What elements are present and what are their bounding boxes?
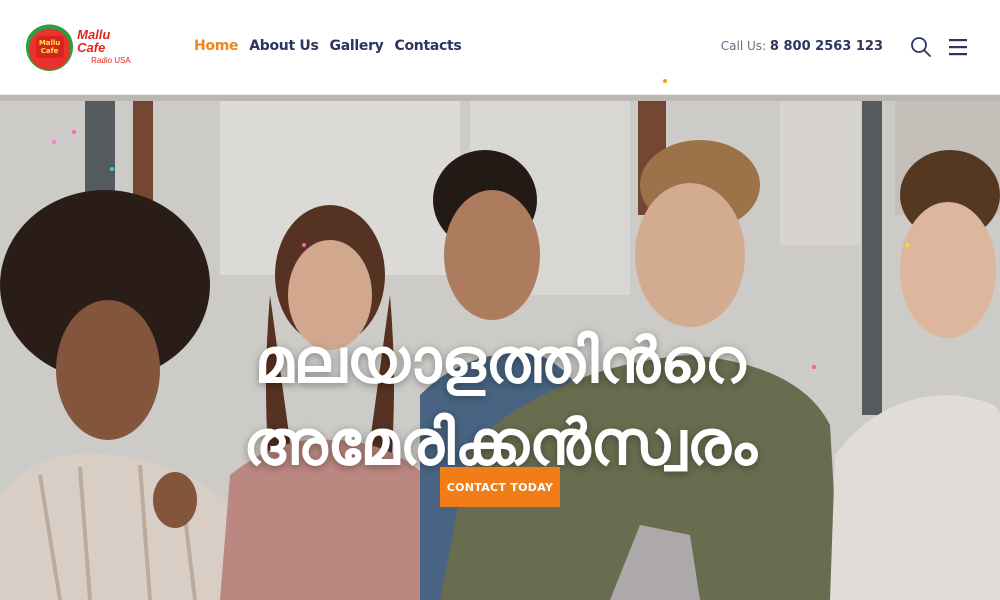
decor-dot	[302, 243, 306, 247]
logo-badge-text: Mallu Cafe	[35, 36, 64, 58]
call-us-phone[interactable]: 8 800 2563 123	[770, 39, 883, 54]
contact-today-button[interactable]: CONTACT TODAY	[440, 467, 560, 507]
site-logo[interactable]: Mallu Cafe Mallu Cafe Radio USA	[26, 22, 141, 72]
logo-subname: Radio USA	[91, 55, 131, 65]
hero-title-line1: മലയാളത്തിൻറെ	[254, 324, 746, 397]
call-us-label: Call Us:	[720, 39, 767, 53]
logo-name: Mallu Cafe	[77, 26, 111, 55]
hero-title: മലയാളത്തിൻറെ അമേരിക്കൻസ്വരം	[0, 320, 1000, 484]
hamburger-menu-icon[interactable]	[948, 37, 968, 57]
call-us: Call Us: 8 800 2563 123	[721, 39, 883, 54]
site-header: Mallu Cafe Mallu Cafe Radio USA Home Abo…	[0, 0, 1000, 95]
decor-dot	[52, 140, 56, 144]
logo-wordmark: Mallu Cafe Radio USA	[77, 28, 141, 67]
nav-item-about-us[interactable]: About Us	[249, 38, 319, 54]
decor-dot	[905, 243, 909, 247]
decor-dot	[663, 79, 667, 83]
decor-dot	[72, 130, 76, 134]
nav-item-contacts[interactable]: Contacts	[395, 38, 462, 54]
main-nav: Home About Us Gallery Contacts	[194, 38, 462, 54]
hero-section: മലയാളത്തിൻറെ അമേരിക്കൻസ്വരം	[0, 95, 1000, 600]
logo-badge: Mallu Cafe	[26, 23, 74, 71]
decor-dot	[110, 167, 114, 171]
search-icon[interactable]	[910, 36, 932, 58]
nav-item-gallery[interactable]: Gallery	[330, 38, 384, 54]
nav-item-home[interactable]: Home	[194, 38, 239, 54]
